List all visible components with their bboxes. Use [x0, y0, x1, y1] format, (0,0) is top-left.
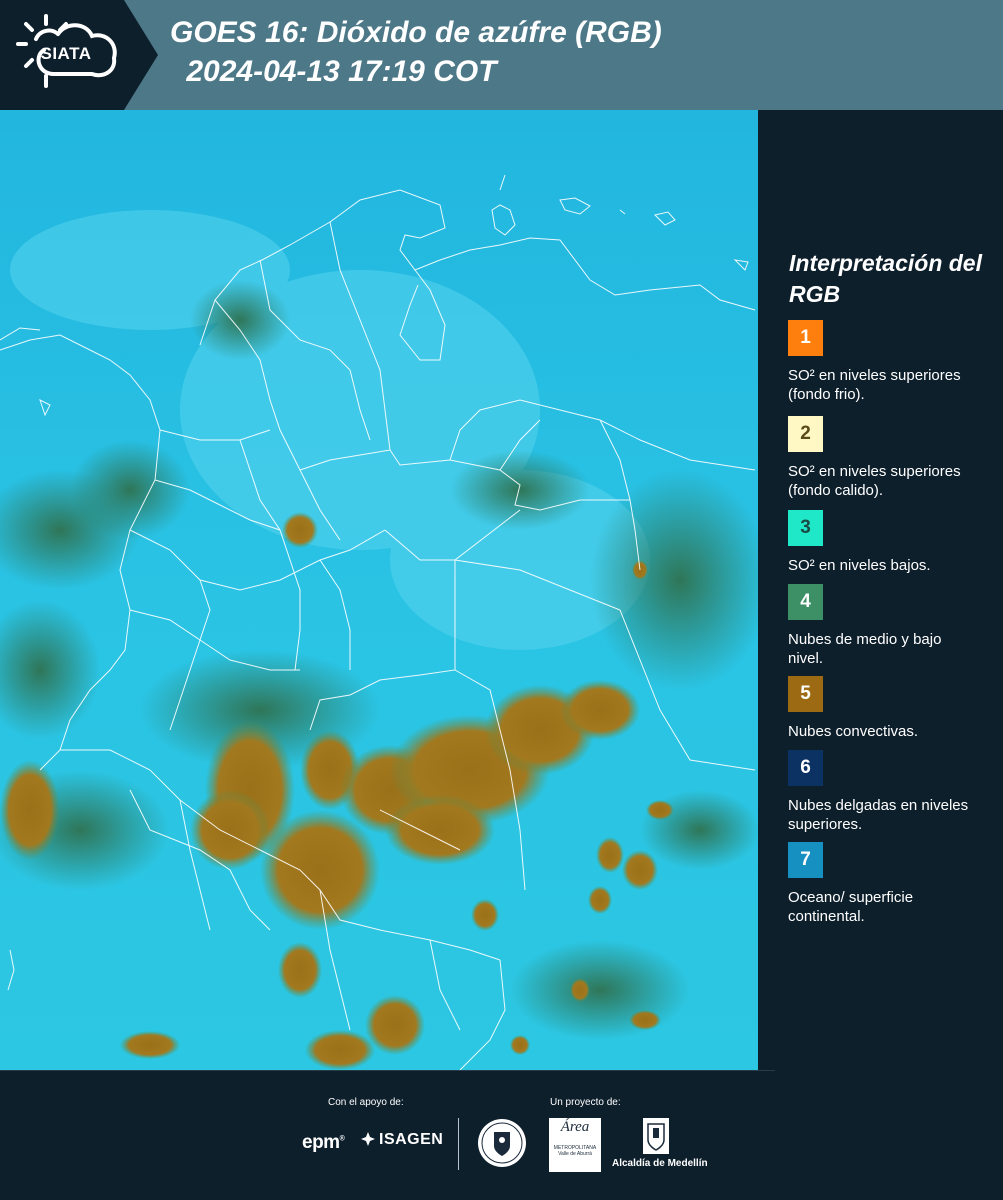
legend-label-5: Nubes convectivas.	[788, 723, 919, 740]
legend-label-7: Oceano/ superficie continental.	[788, 889, 914, 925]
alcaldia-crest-icon	[643, 1118, 669, 1154]
area-metropolitana-sub: METROPOLITANA Valle de Aburrá	[553, 1145, 597, 1157]
isagen-text: ISAGEN	[379, 1131, 444, 1148]
legend-panel: Interpretación del RGB 1 SO² en niveles …	[762, 110, 1003, 1070]
legend-item-6: 6 Nubes delgadas en niveles superiores.	[788, 750, 988, 834]
footer-divider	[458, 1118, 459, 1170]
timestamp: 2024-04-13 17:19 COT	[178, 55, 497, 88]
legend-title: Interpretación del RGB	[789, 250, 982, 307]
legend-label-4: Nubes de medio y bajo nivel.	[788, 631, 942, 667]
legend-swatch-1: 1	[788, 320, 823, 356]
satellite-map[interactable]	[0, 110, 758, 1070]
legend-label-1: SO² en niveles superiores (fondo frio).	[788, 367, 961, 403]
project-label: Un proyecto de:	[550, 1097, 621, 1108]
legend-item-2: 2 SO² en niveles superiores (fondo calid…	[788, 416, 988, 500]
legend-swatch-3: 3	[788, 510, 823, 546]
legend-swatch-7: 7	[788, 842, 823, 878]
legend-item-4: 4 Nubes de medio y bajo nivel.	[788, 584, 988, 668]
map-canvas	[0, 110, 758, 1070]
epm-logo: epm®	[302, 1132, 345, 1153]
page-title: GOES 16: Dióxido de azúfre (RGB)	[170, 16, 662, 49]
legend-swatch-6: 6	[788, 750, 823, 786]
isagen-logo: ISAGEN	[361, 1131, 443, 1149]
legend-item-7: 7 Oceano/ superficie continental.	[788, 842, 988, 926]
medellin-seal-icon	[478, 1119, 526, 1167]
epm-text: epm	[302, 1132, 340, 1153]
legend-swatch-5: 5	[788, 676, 823, 712]
legend-label-2: SO² en niveles superiores (fondo calido)…	[788, 463, 961, 499]
legend-item-1: 1 SO² en niveles superiores (fondo frio)…	[788, 320, 988, 404]
footer: Con el apoyo de: Un proyecto de: epm® IS…	[0, 1070, 1003, 1200]
siata-logo: SIATA	[14, 14, 126, 94]
alcaldia-text: Alcaldía de Medellín	[612, 1158, 708, 1169]
legend-item-3: 3 SO² en niveles bajos.	[788, 510, 988, 575]
support-label: Con el apoyo de:	[328, 1097, 404, 1108]
legend-label-6: Nubes delgadas en niveles superiores.	[788, 797, 969, 833]
logo-text: SIATA	[40, 44, 92, 63]
area-metropolitana-name: Área	[560, 1119, 590, 1135]
legend-label-3: SO² en niveles bajos.	[788, 557, 931, 574]
header-bar: SIATA GOES 16: Dióxido de azúfre (RGB) 2…	[0, 0, 1003, 110]
footer-divider-line	[0, 1070, 775, 1071]
isagen-mark-icon	[361, 1132, 375, 1146]
legend-item-5: 5 Nubes convectivas.	[788, 676, 988, 741]
legend-swatch-4: 4	[788, 584, 823, 620]
legend-swatch-2: 2	[788, 416, 823, 452]
